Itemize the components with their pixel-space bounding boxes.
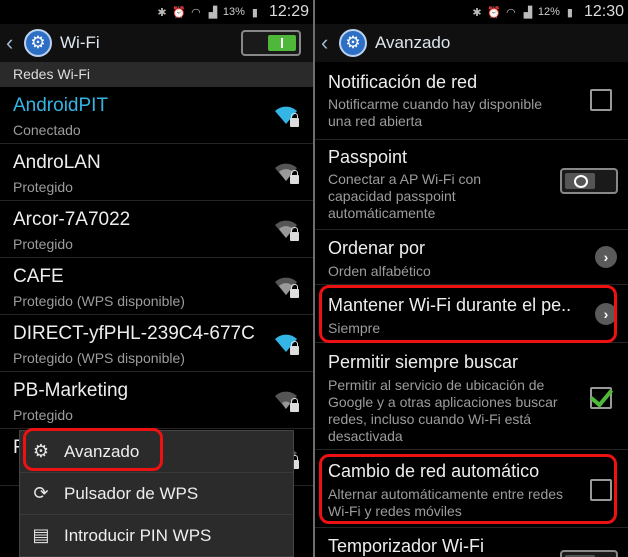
settings-gear-icon[interactable]: ⚙ <box>24 29 52 57</box>
wps-icon: ⟳ <box>33 483 49 503</box>
network-status: Protegido (WPS disponible) <box>13 350 185 366</box>
lock-icon <box>290 170 299 184</box>
setting-title: Permitir siempre buscar <box>328 352 519 372</box>
network-item[interactable]: AndroLAN Protegido <box>0 144 313 201</box>
action-bar: ‹ ⚙ Wi-Fi <box>0 24 313 62</box>
setting-subtitle: Permitir al servicio de ubicación de Goo… <box>328 377 558 444</box>
wifi-status-icon: ◠ <box>506 6 516 19</box>
action-bar: ‹ ⚙ Avanzado <box>315 24 628 62</box>
alarm-icon: ⏰ <box>487 6 501 19</box>
signal-icon: ▟ <box>208 6 218 19</box>
setting-passpoint[interactable]: Passpoint Conectar a AP Wi-Fi con capaci… <box>315 140 628 230</box>
network-status: Protegido <box>13 179 73 195</box>
setting-subtitle: Notificarme cuando hay disponible una re… <box>328 96 543 129</box>
menu-item-wps-button[interactable]: ⟳ Pulsador de WPS <box>20 473 293 515</box>
menu-item-label: Introducir PIN WPS <box>64 525 212 545</box>
network-item[interactable]: DIRECT-yfPHL-239C4-677C Protegido (WPS d… <box>0 315 313 372</box>
setting-subtitle: Orden alfabético <box>328 263 431 279</box>
status-bar: ✱ ⏰ ◠ ▟ 12% ▮ 12:30 <box>315 0 628 24</box>
clock: 12:30 <box>583 3 624 20</box>
vibrate-icon: ✱ <box>472 6 482 19</box>
network-item[interactable]: AndroidPIT Conectado <box>0 87 313 144</box>
wps-pin-icon: ▤ <box>32 525 50 545</box>
network-item[interactable]: PB-Marketing Protegido <box>0 372 313 429</box>
battery-percent: 12% <box>537 6 560 18</box>
network-item[interactable]: Arcor-7A7022 Protegido <box>0 201 313 258</box>
setting-subtitle: Conectar a AP Wi-Fi con capacidad passpo… <box>328 171 482 221</box>
page-title: Avanzado <box>375 33 451 52</box>
wifi-signal-icon <box>273 160 299 184</box>
setting-title: Ordenar por <box>328 238 426 258</box>
network-status: Protegido <box>13 236 73 252</box>
lock-icon <box>290 284 299 298</box>
network-status: Protegido <box>13 407 73 423</box>
highlight-annotation <box>319 454 617 524</box>
network-name: AndroidPIT <box>13 95 109 116</box>
section-header: Redes Wi-Fi <box>0 62 313 87</box>
passpoint-switch[interactable] <box>560 168 618 194</box>
network-status: Conectado <box>13 122 81 138</box>
signal-icon: ▟ <box>523 6 533 19</box>
clock: 12:29 <box>268 3 309 20</box>
advanced-screen: ✱ ⏰ ◠ ▟ 12% ▮ 12:30 ‹ ⚙ Avanzado Notific… <box>315 0 628 557</box>
back-icon[interactable]: ‹ <box>6 30 20 56</box>
battery-icon: ▮ <box>251 6 258 19</box>
alarm-icon: ⏰ <box>172 6 186 19</box>
wifi-screen: ✱ ⏰ ◠ ▟ 13% ▮ 12:29 ‹ ⚙ Wi-Fi Redes Wi-F… <box>0 0 313 557</box>
page-title: Wi-Fi <box>60 33 100 52</box>
setting-network-notification[interactable]: Notificación de red Notificarme cuando h… <box>315 62 628 140</box>
battery-icon: ▮ <box>566 6 573 19</box>
lock-icon <box>290 113 299 127</box>
back-icon[interactable]: ‹ <box>321 30 335 56</box>
lock-icon <box>290 398 299 412</box>
network-status: Protegido (WPS disponible) <box>13 293 185 309</box>
menu-item-label: Pulsador de WPS <box>64 483 199 503</box>
network-name: DIRECT-yfPHL-239C4-677C <box>13 323 255 344</box>
menu-item-wps-pin[interactable]: ▤ Introducir PIN WPS <box>20 515 293 557</box>
wifi-signal-icon <box>273 217 299 241</box>
setting-sort-by[interactable]: Ordenar por Orden alfabético › <box>315 230 628 285</box>
setting-always-scan[interactable]: Permitir siempre buscar Permitir al serv… <box>315 343 628 450</box>
status-bar: ✱ ⏰ ◠ ▟ 13% ▮ 12:29 <box>0 0 313 24</box>
setting-title: Passpoint <box>328 147 408 167</box>
wifi-master-switch[interactable] <box>241 30 301 56</box>
lock-icon <box>290 341 299 355</box>
vibrate-icon: ✱ <box>157 6 167 19</box>
wifi-signal-icon <box>273 388 299 412</box>
wifi-status-icon: ◠ <box>191 6 201 19</box>
always-scan-checkbox[interactable] <box>590 387 612 409</box>
wifi-signal-icon <box>273 103 299 127</box>
wifi-signal-icon <box>273 274 299 298</box>
setting-title: Notificación de red <box>328 72 478 92</box>
notification-checkbox[interactable] <box>590 89 612 111</box>
network-item[interactable]: CAFE Protegido (WPS disponible) <box>0 258 313 315</box>
battery-percent: 13% <box>222 6 245 18</box>
lock-icon <box>290 227 299 241</box>
network-name: Arcor-7A7022 <box>13 209 131 230</box>
setting-wifi-timer[interactable]: Temporizador Wi-Fi <box>315 528 628 557</box>
network-name: PB-Marketing <box>13 380 129 401</box>
chevron-right-icon[interactable]: › <box>595 246 617 268</box>
wifi-signal-icon <box>273 331 299 355</box>
highlight-annotation <box>23 428 163 471</box>
highlight-annotation <box>319 285 617 343</box>
network-name: CAFE <box>13 266 64 287</box>
wifi-timer-switch[interactable] <box>560 550 618 557</box>
network-name: AndroLAN <box>13 152 101 173</box>
setting-title: Temporizador Wi-Fi <box>328 536 485 556</box>
settings-gear-icon[interactable]: ⚙ <box>339 29 367 57</box>
